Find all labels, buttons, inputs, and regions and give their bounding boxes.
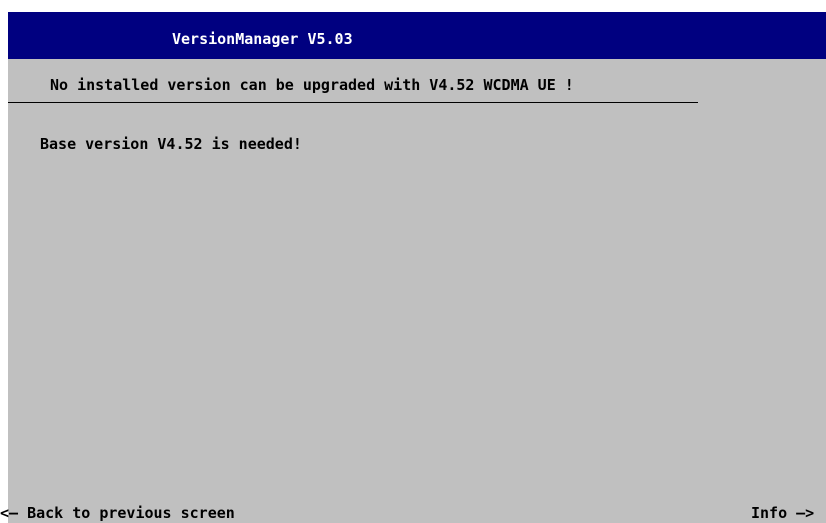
divider — [8, 102, 698, 103]
window-title: VersionManager V5.03 — [172, 30, 353, 48]
base-version-requirement: Base version V4.52 is needed! — [40, 135, 302, 153]
upgrade-error-message: No installed version can be upgraded wit… — [50, 76, 574, 94]
info-button[interactable]: Info —> — [751, 504, 814, 522]
back-to-previous-screen-button[interactable]: <— Back to previous screen — [0, 504, 235, 522]
version-manager-screen: VersionManager V5.03 No installed versio… — [0, 12, 826, 523]
title-bar: VersionManager V5.03 — [8, 12, 826, 59]
